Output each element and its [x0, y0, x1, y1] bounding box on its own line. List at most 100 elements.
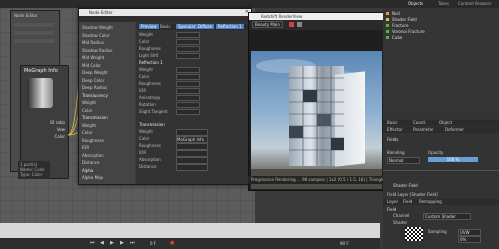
objects-tabs: Objects Takes Content Browser: [383, 0, 499, 8]
transmission-field-input[interactable]: [176, 150, 208, 157]
port-list-item[interactable]: Color: [82, 130, 92, 135]
object-item[interactable]: Cube: [392, 35, 402, 40]
layer-name[interactable]: Shader Field: [393, 183, 418, 188]
transmission-field-label: Absorption: [139, 157, 161, 162]
tab-layer[interactable]: Layer: [387, 199, 398, 204]
port-list-item[interactable]: Alpha Map: [82, 175, 103, 180]
material-editor-window: Node Editor ✕ Shadow Weight Shadow Color M…: [78, 8, 252, 185]
record-icon[interactable]: ●: [170, 240, 174, 246]
port-list-item[interactable]: Deep Radius: [82, 85, 107, 90]
material-field-input[interactable]: [176, 46, 200, 52]
port-list-item[interactable]: Mid Color: [82, 63, 101, 68]
go-start-icon[interactable]: ⏮: [90, 240, 95, 246]
material-field-input[interactable]: [176, 32, 200, 38]
go-end-icon[interactable]: ⏭: [130, 240, 135, 246]
tab-preview[interactable]: Preview: [139, 24, 159, 29]
material-field-input[interactable]: [176, 109, 200, 115]
transmission-field-input[interactable]: [176, 164, 208, 171]
material-editor-title: Node Editor: [89, 10, 113, 15]
node-info-box: 1 port(s) Name: Color Type: Color: [18, 161, 50, 179]
material-field-input[interactable]: [176, 67, 200, 73]
divider: [383, 170, 499, 171]
transmission-field-label: Color: [139, 136, 150, 141]
transmission-field-input[interactable]: [176, 143, 208, 150]
tab-reflection[interactable]: Reflection 1: [216, 24, 244, 29]
tab-coord[interactable]: Coord.: [413, 120, 426, 125]
port-list-item[interactable]: Weight: [82, 123, 96, 128]
attr-subtab-row: Effector Parameter Deformer: [383, 127, 499, 133]
object-icon: [386, 24, 389, 27]
prev-frame-icon[interactable]: ◀: [100, 240, 104, 246]
tab-content-browser[interactable]: Content Browser: [458, 1, 491, 6]
material-field-input[interactable]: [176, 53, 200, 59]
port-list-item[interactable]: Translucency: [82, 93, 108, 98]
node-list-row[interactable]: [14, 23, 54, 27]
node-list-row[interactable]: [14, 39, 54, 43]
object-item[interactable]: Null: [392, 11, 400, 16]
offset-field[interactable]: 0%: [458, 236, 481, 243]
sampling-select[interactable]: UVW: [458, 229, 481, 236]
node-preview-swatch: [27, 78, 53, 108]
transmission-field-label: Transmission: [139, 122, 165, 127]
port-list-item[interactable]: Transmission: [82, 115, 108, 120]
material-field-input[interactable]: [176, 88, 200, 94]
port-list-item[interactable]: Deep Color: [82, 78, 104, 83]
material-field-input[interactable]: [176, 81, 200, 87]
camera-select[interactable]: Beauty Main: [252, 21, 283, 28]
port-list-item[interactable]: Shadow Color: [82, 33, 110, 38]
port-list-item[interactable]: Weight: [82, 100, 96, 105]
tab-diffuse[interactable]: Diffuse: [196, 24, 215, 29]
shader-preview[interactable]: [405, 227, 423, 241]
object-icon: [386, 18, 389, 21]
refresh-icon[interactable]: [297, 22, 302, 27]
material-field-input[interactable]: [176, 102, 200, 108]
tab-basic[interactable]: Basic: [160, 24, 171, 29]
node-list-row[interactable]: [14, 31, 54, 35]
blend-mode-select[interactable]: Normal: [387, 157, 420, 164]
play-icon[interactable]: ▶: [110, 240, 114, 246]
transmission-field-input[interactable]: [176, 157, 208, 164]
material-field-label: Light Shft: [139, 53, 159, 58]
stop-render-icon[interactable]: [289, 22, 294, 27]
port-list-item[interactable]: Color: [82, 108, 92, 113]
tab-basic-attr[interactable]: Basic: [387, 120, 398, 125]
material-field-input[interactable]: [176, 95, 200, 101]
tab-effector[interactable]: Effector: [387, 127, 403, 132]
opacity-slider[interactable]: 100 %: [428, 157, 478, 162]
tab-deformer[interactable]: Deformer: [445, 127, 464, 132]
attr-tab-row: Basic Coord. Object: [383, 120, 499, 126]
port-list-item[interactable]: Deep Weight: [82, 70, 108, 75]
object-item[interactable]: Voronoi Fracture: [392, 29, 425, 34]
channel-select[interactable]: Custom Shader: [423, 213, 471, 220]
current-frame: 0 F: [150, 241, 157, 246]
port-list-item[interactable]: Mid Radius: [82, 40, 104, 45]
transmission-field-label: IOR: [139, 150, 147, 155]
tab-takes[interactable]: Takes: [438, 1, 449, 6]
tab-remapping[interactable]: Remapping: [419, 199, 442, 204]
field-layer-label: Field Layer [Shader Field]: [387, 192, 438, 197]
tab-field[interactable]: Field: [403, 199, 412, 204]
render-view-titlebar[interactable]: Redshift RenderView: [249, 13, 384, 20]
port-list-item[interactable]: Distance: [82, 160, 100, 165]
port-list-item[interactable]: Alpha: [82, 168, 93, 173]
transmission-field-input[interactable]: [176, 129, 208, 136]
object-item[interactable]: Fracture: [392, 23, 408, 28]
port-list-item[interactable]: Shadow Weight: [82, 25, 113, 30]
material-field-input[interactable]: [176, 74, 200, 80]
material-field-label: Color: [139, 74, 150, 79]
transmission-field-label: Roughness: [139, 143, 161, 148]
next-frame-icon[interactable]: ▶: [120, 240, 124, 246]
tab-specular[interactable]: Specular: [176, 24, 198, 29]
object-item[interactable]: Shader Field: [392, 17, 417, 22]
port-list-item[interactable]: Roughness: [82, 138, 104, 143]
port-list-item[interactable]: Mid Weight: [82, 55, 104, 60]
port-list-item[interactable]: Shadow Radius: [82, 48, 112, 53]
port-list-item[interactable]: IOR: [82, 145, 89, 150]
tab-objects[interactable]: Objects: [408, 1, 423, 6]
tab-object[interactable]: Object: [439, 120, 452, 125]
material-editor-titlebar[interactable]: Node Editor ✕: [79, 9, 251, 16]
material-field-input[interactable]: [176, 39, 200, 45]
transmission-field-input[interactable]: MoGraph Info: [176, 136, 208, 143]
tab-parameter[interactable]: Parameter: [413, 127, 434, 132]
port-list-item[interactable]: Absorption: [82, 153, 104, 158]
